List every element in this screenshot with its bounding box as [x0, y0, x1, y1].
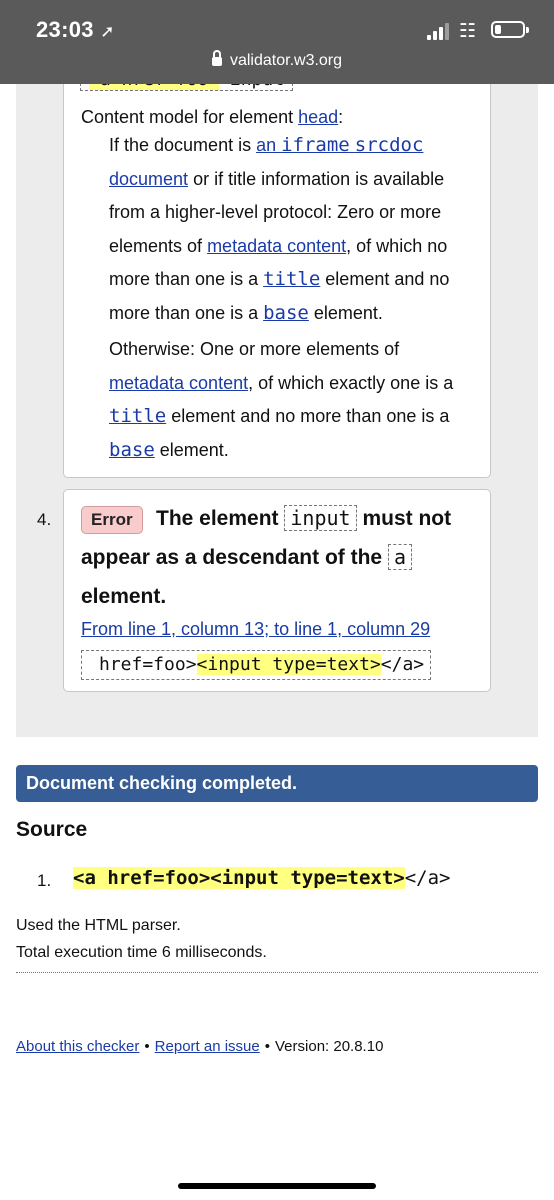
cellular-signal-icon [427, 22, 453, 40]
url-text: validator.w3.org [229, 52, 343, 69]
about-checker-link[interactable]: About this checker [16, 1038, 139, 1055]
message-number: 4. [37, 510, 52, 529]
source-line: <a href=foo><input type=text></a> [73, 867, 451, 889]
base-element-link[interactable]: base [263, 302, 309, 324]
version-text: Version: 20.8.10 [275, 1038, 384, 1055]
source-line-number: 1. [37, 871, 52, 890]
title-element-link[interactable]: title [109, 405, 166, 427]
divider [16, 972, 538, 973]
parser-info: Used the HTML parser. [16, 917, 181, 934]
error-extract: href=foo><input type=text></a> [81, 650, 432, 680]
metadata-content-link[interactable]: metadata content [109, 373, 248, 393]
error-message: The element input must not appear as a d… [81, 505, 452, 608]
head-element-link[interactable]: head [298, 107, 338, 127]
content-model-para-1: If the document is an iframe srcdoc docum… [109, 134, 450, 324]
title-element-link[interactable]: title [263, 268, 320, 290]
completed-banner: Document checking completed. [16, 765, 538, 802]
base-element-link[interactable]: base [109, 439, 155, 461]
home-indicator[interactable] [178, 1183, 376, 1189]
footer: About this checker • Report an issue • Versi… [16, 1038, 384, 1055]
wifi-icon: ☷ [459, 21, 477, 42]
lock-icon [211, 50, 222, 66]
battery-icon [491, 21, 529, 38]
address-bar[interactable]: validator.w3.org [0, 50, 554, 70]
browser-chrome: 23:03 ➚ ☷ validator.w3.org [0, 0, 554, 84]
execution-time: Total execution time 6 milliseconds. [16, 944, 267, 961]
report-issue-link[interactable]: Report an issue [155, 1038, 260, 1055]
metadata-content-link[interactable]: metadata content [207, 236, 346, 256]
error-location-link[interactable]: From line 1, column 13; to line 1, colum… [81, 619, 430, 640]
content-model-para-2: Otherwise: One or more elements of metad… [109, 339, 454, 461]
location-arrow-icon: ➚ [100, 22, 115, 41]
status-time: 23:03 ➚ [36, 17, 115, 42]
source-heading: Source [16, 818, 88, 841]
content-model-heading: Content model for element head: [81, 107, 344, 127]
